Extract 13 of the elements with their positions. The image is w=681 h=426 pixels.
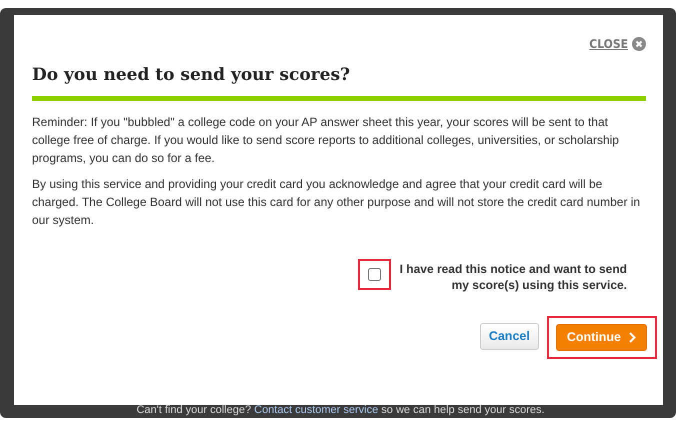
- chevron-right-icon: [629, 332, 636, 344]
- contact-link[interactable]: Contact customer service: [254, 404, 378, 416]
- continue-button[interactable]: Continue: [556, 324, 647, 352]
- agree-checkbox[interactable]: [368, 268, 381, 282]
- help-suffix: so we can help send your scores.: [380, 404, 545, 416]
- close-icon: [632, 37, 646, 51]
- help-question: Can't find your college?: [136, 404, 252, 416]
- cancel-button[interactable]: Cancel: [480, 323, 539, 350]
- dialog-title: Do you need to send your scores?: [32, 65, 351, 86]
- notice-paragraph: By using this service and providing your credit card you acknowledge and agree that your credit card will be charged. The College Board will not use this card for any other purpose and will not store the credit card number in our system.: [32, 176, 642, 230]
- notice-paragraph: Reminder: If you "bubbled" a college code on your AP answer sheet this year, your scores will be sent to that college free of charge. If you would like to send score reports to additional colleges, universities, or scholarship programs, you can do so for a fee.: [32, 114, 620, 168]
- close-button[interactable]: CLOSE: [589, 35, 646, 53]
- agree-label: I have read this notice and want to send my score(s) using this service.: [398, 261, 627, 294]
